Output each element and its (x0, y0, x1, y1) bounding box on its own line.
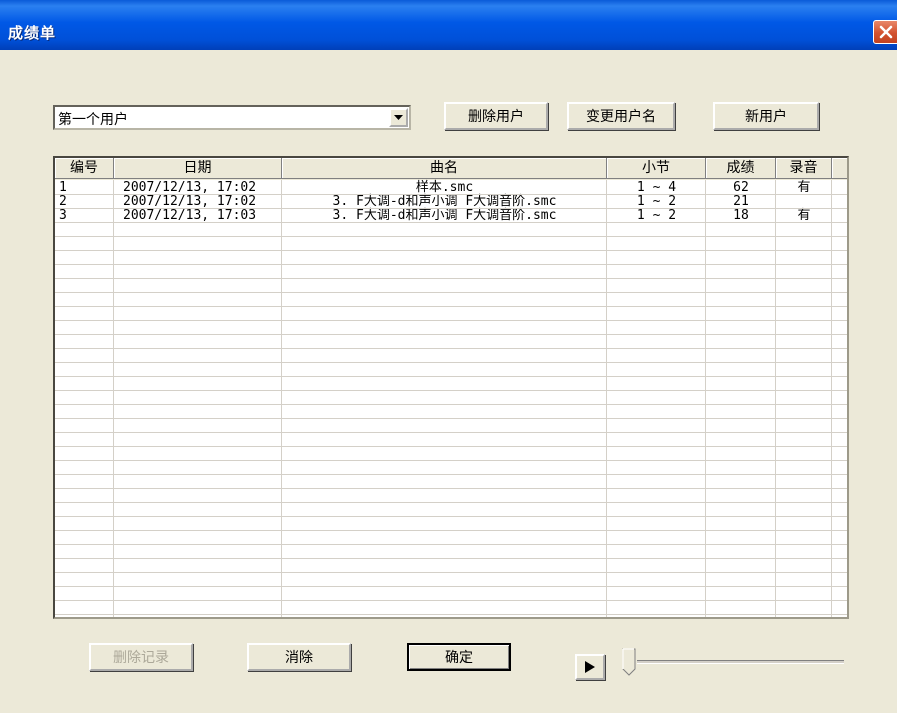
grid-row-line (55, 278, 847, 279)
delete-user-button[interactable]: 删除用户 (444, 102, 548, 130)
grid-row-line (55, 362, 847, 363)
grid-row-line (55, 544, 847, 545)
grid-column-line (281, 180, 282, 617)
close-button[interactable] (873, 20, 897, 44)
grid-row-line (55, 208, 847, 209)
new-user-button[interactable]: 新用户 (713, 102, 819, 130)
cell-no: 1 (59, 180, 67, 195)
grid-row-line (55, 194, 847, 195)
cell-measures: 1 ~ 2 (636, 208, 677, 223)
ok-button[interactable]: 确定 (407, 643, 511, 671)
grid-row-line (55, 418, 847, 419)
cell-song: 样本.smc (415, 180, 474, 195)
grid-row-line (55, 432, 847, 433)
grid-row-line (55, 264, 847, 265)
table-header: 编号 日期 曲名 小节 成绩 录音 (55, 158, 847, 180)
cell-date: 2007/12/13, 17:03 (123, 208, 257, 223)
grid-row-line (55, 516, 847, 517)
grid-row-line (55, 376, 847, 377)
grid-row-line (55, 404, 847, 405)
column-header-score[interactable]: 成绩 (706, 158, 776, 179)
column-header-date[interactable]: 日期 (114, 158, 282, 179)
grid-column-line (705, 180, 706, 617)
cell-recording: 有 (797, 180, 811, 195)
cell-measures: 1 ~ 4 (636, 180, 677, 195)
cell-date: 2007/12/13, 17:02 (123, 194, 257, 209)
grid-row-line (55, 236, 847, 237)
table-row[interactable]: 2 2007/12/13, 17:02 3. F大调-d和声小调 F大调音阶.s… (55, 195, 847, 209)
grid-column-line (606, 180, 607, 617)
close-icon (879, 25, 893, 39)
grid-row-line (55, 292, 847, 293)
play-button[interactable] (575, 654, 605, 680)
cell-no: 3 (59, 208, 67, 223)
column-header-filler (832, 158, 847, 179)
score-table: 编号 日期 曲名 小节 成绩 录音 1 2007/12/13, 17:02 样本… (53, 156, 849, 619)
user-select[interactable]: 第一个用户 (53, 105, 411, 130)
grid-column-line (775, 180, 776, 617)
delete-record-button[interactable]: 删除记录 (89, 643, 193, 671)
play-icon (585, 661, 595, 673)
rename-user-button[interactable]: 变更用户名 (567, 102, 675, 130)
grid-row-line (55, 474, 847, 475)
cell-recording: 有 (797, 208, 811, 223)
cell-score: 18 (733, 208, 749, 223)
grid-row-line (55, 334, 847, 335)
grid-row-line (55, 390, 847, 391)
window-title: 成绩单 (8, 24, 57, 42)
cell-no: 2 (59, 194, 67, 209)
column-header-recording[interactable]: 录音 (776, 158, 832, 179)
grid-row-line (55, 558, 847, 559)
playback-slider-track[interactable] (637, 660, 844, 664)
cell-score: 21 (733, 194, 749, 209)
column-header-no[interactable]: 编号 (55, 158, 114, 179)
title-bar: 成绩单 (0, 0, 897, 50)
grid-row-line (55, 250, 847, 251)
table-row[interactable]: 3 2007/12/13, 17:03 3. F大调-d和声小调 F大调音阶.s… (55, 209, 847, 223)
grid-row-line (55, 530, 847, 531)
grid-row-line (55, 614, 847, 615)
grid-row-line (55, 460, 847, 461)
cell-measures: 1 ~ 2 (636, 194, 677, 209)
grid-column-line (831, 180, 832, 617)
grid-row-line (55, 586, 847, 587)
grid-row-line (55, 600, 847, 601)
grid-row-line (55, 306, 847, 307)
grid-row-line (55, 222, 847, 223)
clear-button[interactable]: 消除 (247, 643, 351, 671)
grid-row-line (55, 348, 847, 349)
column-header-measures[interactable]: 小节 (607, 158, 706, 179)
grid-column-line (113, 180, 114, 617)
cell-date: 2007/12/13, 17:02 (123, 180, 257, 195)
grid-row-line (55, 320, 847, 321)
column-header-song[interactable]: 曲名 (282, 158, 607, 179)
score-report-window: 成绩单 第一个用户 删除用户 变更用户名 新用户 编号 日期 曲名 小节 成绩 … (0, 0, 897, 713)
grid-row-line (55, 572, 847, 573)
user-select-dropdown-button[interactable] (389, 108, 408, 127)
user-select-value: 第一个用户 (58, 112, 128, 128)
cell-song: 3. F大调-d和声小调 F大调音阶.smc (332, 194, 557, 209)
cell-song: 3. F大调-d和声小调 F大调音阶.smc (332, 208, 557, 223)
table-row[interactable]: 1 2007/12/13, 17:02 样本.smc 1 ~ 4 62 有 (55, 181, 847, 195)
playback-slider-thumb[interactable] (622, 648, 636, 676)
grid-row-line (55, 446, 847, 447)
cell-score: 62 (733, 180, 749, 195)
grid-row-line (55, 488, 847, 489)
dropdown-arrow-icon (394, 115, 403, 120)
grid-row-line (55, 502, 847, 503)
